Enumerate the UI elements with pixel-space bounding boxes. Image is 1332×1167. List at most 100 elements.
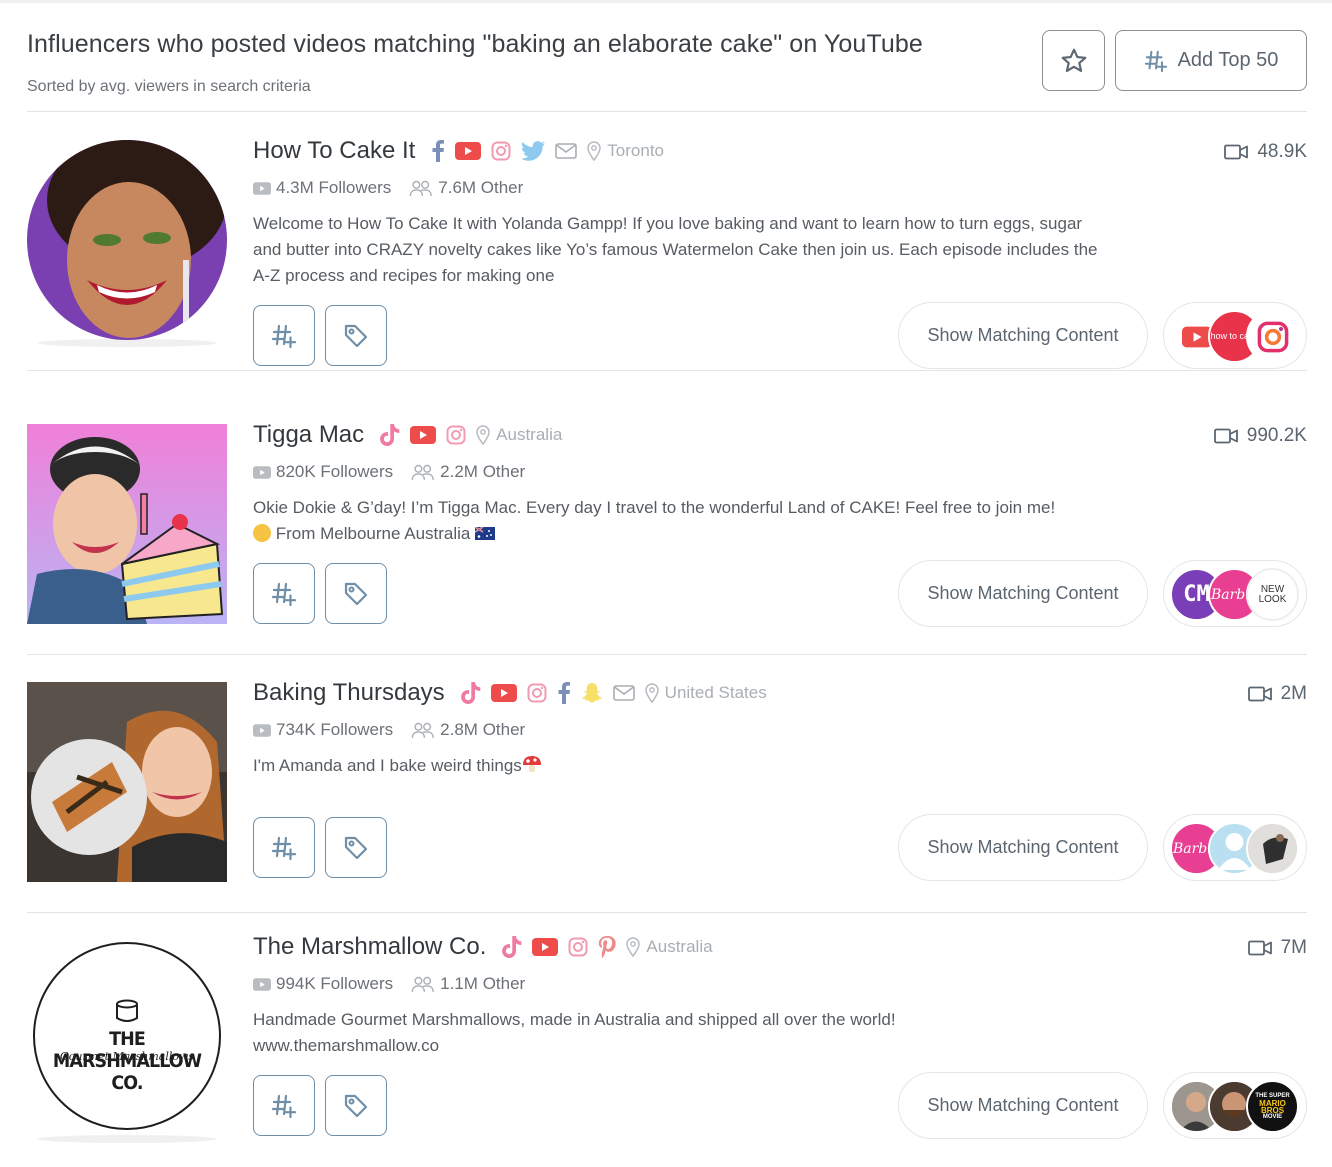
location-label: Toronto xyxy=(607,141,664,160)
add-to-list-button[interactable] xyxy=(253,1075,315,1136)
tag-button[interactable] xyxy=(325,1075,387,1136)
website-link[interactable]: www.themarshmallow.co xyxy=(253,1033,1113,1059)
other-count: 7.6M Other xyxy=(438,178,524,197)
avg-views-value: 990.2K xyxy=(1246,425,1307,446)
martial-arts-photo xyxy=(1248,824,1297,873)
tiktok-icon[interactable] xyxy=(502,936,522,958)
influencer-row: Tigga Mac Australia 820K Followers 2.2M … xyxy=(27,397,1307,655)
bio-text: Handmade Gourmet Marshmallows, made in A… xyxy=(253,1007,1113,1059)
tag-button[interactable] xyxy=(325,817,387,878)
email-icon[interactable] xyxy=(555,143,577,159)
influencer-name[interactable]: Tigga Mac xyxy=(253,421,364,449)
avatar-photo xyxy=(27,424,227,624)
instagram-icon[interactable] xyxy=(491,141,511,161)
tiktok-icon[interactable] xyxy=(380,424,400,446)
follower-stats: 4.3M Followers 7.6M Other xyxy=(253,178,523,198)
follower-stats: 734K Followers 2.8M Other xyxy=(253,720,525,740)
brand-logos[interactable]: how to cake xyxy=(1163,302,1307,369)
location-pin-icon xyxy=(645,683,659,703)
top-divider xyxy=(0,0,1332,3)
instagram-icon[interactable] xyxy=(568,937,588,957)
avatar[interactable] xyxy=(27,682,227,882)
video-camera-icon xyxy=(1214,428,1238,444)
youtube-icon[interactable] xyxy=(410,426,436,444)
hashtag-plus-icon xyxy=(271,581,297,607)
hashtag-plus-icon xyxy=(271,835,297,861)
instagram-icon[interactable] xyxy=(446,425,466,445)
other-count: 2.2M Other xyxy=(440,462,526,481)
influencer-name[interactable]: Baking Thursdays xyxy=(253,679,445,707)
brand-logos[interactable]: Barbie xyxy=(1163,814,1307,881)
youtube-small-icon xyxy=(253,182,271,195)
youtube-small-icon xyxy=(253,466,271,479)
add-to-list-button[interactable] xyxy=(253,563,315,624)
follower-stats: 820K Followers 2.2M Other xyxy=(253,462,525,482)
logo-subtitle: Gourmet Marshmallows xyxy=(59,1050,195,1063)
tag-button[interactable] xyxy=(325,563,387,624)
brand-logo-instagram xyxy=(1246,310,1299,363)
show-matching-content-button[interactable]: Show Matching Content xyxy=(898,1072,1148,1139)
influencer-row: How To Cake It Toronto 4.3M Followers 7.… xyxy=(27,113,1307,371)
influencer-name[interactable]: How To Cake It xyxy=(253,137,415,165)
avg-views: 7M xyxy=(1248,937,1307,959)
mario-logo-line2: MARIO BROS xyxy=(1259,1098,1286,1115)
facebook-icon[interactable] xyxy=(431,140,445,162)
avg-views: 48.9K xyxy=(1224,141,1307,163)
avatar[interactable] xyxy=(27,424,227,624)
add-top-50-label: Add Top 50 xyxy=(1177,49,1279,71)
youtube-icon[interactable] xyxy=(455,142,481,160)
tag-icon xyxy=(343,323,369,349)
influencer-header: How To Cake It Toronto xyxy=(253,137,664,165)
bio-text: Welcome to How To Cake It with Yolanda G… xyxy=(253,214,1098,285)
tag-icon xyxy=(343,835,369,861)
add-to-list-button[interactable] xyxy=(253,305,315,366)
snapchat-icon[interactable] xyxy=(581,682,603,704)
bio-line-1: Okie Dokie & G’day! I’m Tigga Mac. Every… xyxy=(253,498,1056,517)
location-label: Australia xyxy=(496,425,563,444)
avatar[interactable]: THE MARSHMALLOW CO. Gourmet Marshmallows xyxy=(33,942,221,1130)
show-matching-content-button[interactable]: Show Matching Content xyxy=(898,814,1148,881)
tag-button[interactable] xyxy=(325,305,387,366)
hashtag-plus-icon xyxy=(271,323,297,349)
influencer-row: THE MARSHMALLOW CO. Gourmet Marshmallows… xyxy=(27,909,1307,1167)
show-matching-content-button[interactable]: Show Matching Content xyxy=(898,302,1148,369)
tag-icon xyxy=(343,1093,369,1119)
influencer-header: Baking Thursdays United States xyxy=(253,679,767,707)
hashtag-plus-icon xyxy=(1144,49,1168,73)
youtube-small-icon xyxy=(253,978,271,991)
avg-views-value: 7M xyxy=(1280,937,1307,958)
hashtag-plus-icon xyxy=(271,1093,297,1119)
location-pin-icon xyxy=(476,425,490,445)
location-pin-icon xyxy=(626,937,640,957)
brand-logos[interactable]: THE SUPER MARIO BROS MOVIE xyxy=(1163,1072,1307,1139)
add-top-50-button[interactable]: Add Top 50 xyxy=(1115,30,1307,91)
instagram-logo-icon xyxy=(1257,321,1288,352)
twitter-icon[interactable] xyxy=(521,141,545,161)
people-icon xyxy=(411,722,435,739)
add-to-list-button[interactable] xyxy=(253,817,315,878)
pinterest-icon[interactable] xyxy=(598,936,616,958)
avatar-photo xyxy=(27,140,227,340)
followers-count: 734K Followers xyxy=(276,720,394,739)
brand-logo-martial-arts xyxy=(1246,822,1299,875)
instagram-icon[interactable] xyxy=(527,683,547,703)
facebook-icon[interactable] xyxy=(557,682,571,704)
video-camera-icon xyxy=(1224,144,1248,160)
avg-views: 2M xyxy=(1248,683,1307,705)
results-header: Influencers who posted videos matching "… xyxy=(27,30,1307,112)
favorite-button[interactable] xyxy=(1042,30,1105,91)
avg-views-value: 48.9K xyxy=(1257,141,1307,162)
email-icon[interactable] xyxy=(613,685,635,701)
avatar[interactable] xyxy=(27,140,227,340)
smiling-hearts-emoji-icon xyxy=(253,524,271,542)
influencer-row: Baking Thursdays United States 734K Foll… xyxy=(27,655,1307,913)
brand-logos[interactable]: CM Barbie NEW LOOK xyxy=(1163,560,1307,627)
avatar-photo xyxy=(27,682,227,882)
youtube-icon[interactable] xyxy=(532,938,558,956)
tiktok-icon[interactable] xyxy=(461,682,481,704)
influencer-name[interactable]: The Marshmallow Co. xyxy=(253,933,486,961)
youtube-icon[interactable] xyxy=(491,684,517,702)
show-matching-content-button[interactable]: Show Matching Content xyxy=(898,560,1148,627)
bio-line-1: I'm Amanda and I bake weird things xyxy=(253,756,522,775)
people-icon xyxy=(409,180,433,197)
